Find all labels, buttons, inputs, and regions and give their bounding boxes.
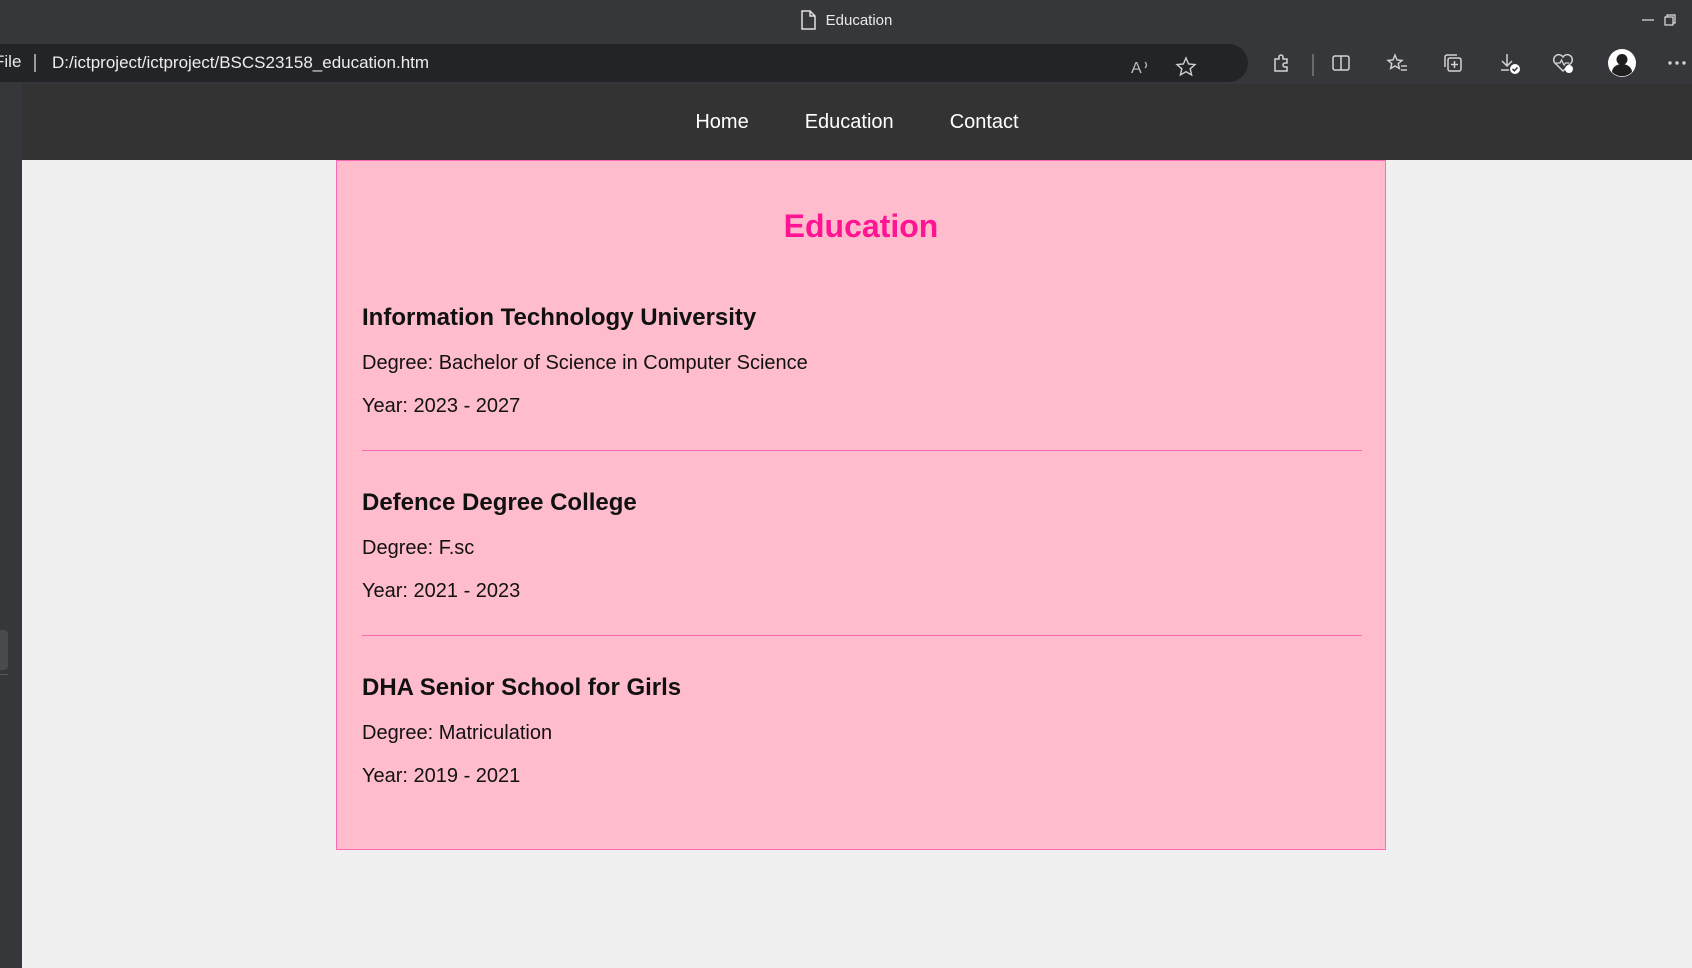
institution-name: Information Technology University (362, 304, 757, 331)
favorite-star-icon[interactable] (1173, 54, 1199, 80)
page-viewport: Home Education Contact Education Informa… (22, 84, 1692, 968)
nav-home-link[interactable]: Home (695, 111, 748, 134)
entry-divider (362, 635, 1362, 636)
year-text: Year: 2019 - 2021 (362, 765, 521, 787)
sidebar-handle[interactable] (0, 630, 8, 670)
window-title-text: Education (825, 11, 893, 29)
browser-essentials-icon[interactable] (1550, 50, 1576, 76)
address-bar[interactable]: File D:/ictproject/ictproject/BSCS23158_… (0, 44, 1248, 82)
degree-text: Degree: Matriculation (362, 722, 553, 744)
sidebar-divider (0, 674, 8, 675)
education-heading: Education (783, 208, 939, 244)
more-icon[interactable] (1664, 50, 1690, 76)
institution-name: Defence Degree College (362, 489, 637, 516)
entry-divider (362, 450, 1362, 451)
page-document-icon (800, 10, 816, 30)
collections-icon[interactable] (1440, 50, 1466, 76)
browser-title-bar: Education (0, 0, 1692, 40)
window-title: Education (0, 0, 1692, 40)
year-text: Year: 2023 - 2027 (362, 395, 521, 417)
restore-button[interactable] (1658, 8, 1682, 32)
svg-text:A: A (1131, 60, 1142, 77)
file-scheme-label[interactable]: File (0, 52, 21, 72)
downloads-icon[interactable] (1496, 50, 1522, 76)
institution-name: DHA Senior School for Girls (362, 674, 682, 701)
toolbar-separator (1312, 54, 1314, 76)
minimize-button[interactable] (1636, 8, 1660, 32)
nav-contact-link[interactable]: Contact (950, 111, 1019, 134)
split-screen-icon[interactable] (1328, 50, 1354, 76)
year-text: Year: 2021 - 2023 (362, 580, 521, 602)
education-entry: Information Technology University Degree… (362, 304, 1362, 417)
left-sidebar-strip (0, 84, 22, 968)
browser-toolbar: File D:/ictproject/ictproject/BSCS23158_… (0, 40, 1692, 84)
site-navbar: Home Education Contact (22, 84, 1692, 160)
favorites-icon[interactable] (1384, 50, 1410, 76)
profile-icon[interactable] (1606, 47, 1638, 79)
degree-text: Degree: Bachelor of Science in Computer … (362, 352, 808, 374)
education-entry: Defence Degree College Degree: F.sc Year… (362, 489, 1362, 602)
address-separator (34, 54, 36, 72)
education-card: Education Information Technology Univers… (336, 160, 1386, 850)
url-text[interactable]: D:/ictproject/ictproject/BSCS23158_educa… (52, 44, 429, 82)
nav-education-link[interactable]: Education (805, 111, 894, 134)
extensions-icon[interactable] (1268, 50, 1294, 76)
education-entry: DHA Senior School for Girls Degree: Matr… (362, 674, 1362, 787)
read-aloud-icon[interactable]: A (1128, 54, 1154, 80)
degree-text: Degree: F.sc (362, 537, 475, 559)
